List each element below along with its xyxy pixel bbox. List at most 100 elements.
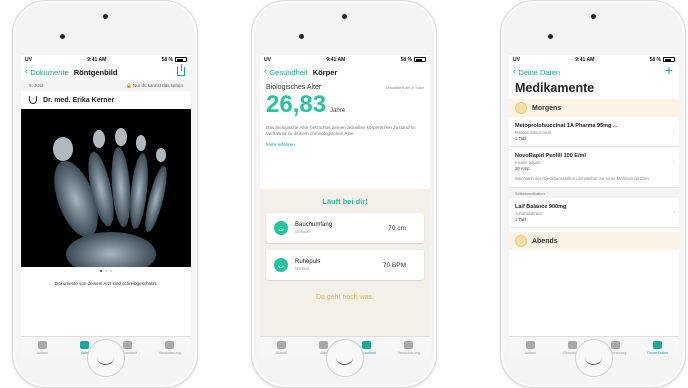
updated-timestamp: Aktualisiert am 8. März	[385, 86, 424, 90]
tab-versicherung[interactable]: Versicherung	[388, 337, 431, 357]
page-title: Körper	[312, 67, 338, 77]
page-title: Röntgenbild	[73, 67, 118, 77]
add-icon[interactable]: +	[665, 62, 673, 78]
smiley-icon	[274, 258, 288, 272]
chevron-left-icon: ‹	[264, 66, 268, 77]
back-button[interactable]: ‹ Gesundheit	[264, 67, 308, 77]
heart-icon	[361, 341, 371, 349]
nav-bar: ‹ Gesundheit Körper	[260, 64, 430, 80]
readonly-caption: Dokumente von deinem Arzt sind schreibge…	[54, 281, 158, 286]
medication-row[interactable]: Laif Balance 900mg Johanniskraut 1 Tabl …	[509, 198, 679, 229]
learn-more-link[interactable]: Mehr erfahren	[260, 138, 430, 151]
page-indicator[interactable]	[21, 267, 191, 275]
good-heading: Läuft bei dir!	[322, 197, 368, 206]
chevron-right-icon: ›	[673, 129, 675, 135]
tab-aktuell[interactable]: Aktuell	[260, 337, 303, 357]
nav-bar: ‹ Deine Daten +	[509, 62, 679, 80]
folder-icon	[80, 341, 90, 349]
medication-name: NovoRapid Penfill 100 E/ml	[515, 153, 586, 159]
chevron-left-icon: ‹	[513, 66, 517, 77]
shield-icon	[404, 341, 414, 349]
screen-body-health: UV 9:41 AM 58 % ‹ Gesundheit Körper Biolo…	[260, 55, 430, 357]
front-camera	[60, 34, 65, 39]
doctor-name: Dr. med. Erika Kerner	[43, 96, 115, 104]
status-bar: UV 9:41 AM 58 %	[260, 55, 430, 64]
metric-card[interactable]: Ruhepuls Normal 70 BPM	[266, 250, 424, 280]
shield-icon	[610, 341, 620, 349]
medication-note: Wechseln der Injecktionsstellen unmittel…	[515, 176, 651, 181]
carrier-label: UV	[513, 56, 520, 63]
document-date: 9. JULI	[29, 83, 44, 88]
bio-age-header: Biologisches Alter Aktualisiert am 8. Mä…	[260, 80, 430, 91]
bio-age-unit: Jahre	[330, 108, 346, 114]
xray-image[interactable]	[21, 109, 191, 267]
improve-heading: Da geht noch was.	[316, 294, 374, 301]
battery-icon	[413, 57, 426, 62]
medication-row[interactable]: Metoprololsuccinat 1A Pharma 95mg ... Me…	[509, 117, 679, 147]
stethoscope-icon	[29, 96, 37, 104]
carrier-label: UV	[25, 56, 32, 63]
medication-row[interactable]: NovoRapid Penfill 100 E/ml Insulin aspar…	[509, 147, 679, 189]
page-title: Medikamente	[515, 81, 595, 95]
metric-title: Bauchumfang	[295, 222, 333, 228]
metric-value: 70 cm	[388, 224, 406, 232]
tab-aktuell[interactable]: Aktuell	[509, 337, 552, 357]
folder-icon	[319, 341, 329, 349]
tab-aktuell[interactable]: Aktuell	[21, 337, 64, 357]
carrier-label: UV	[264, 56, 271, 63]
medication-substance: Insulin aspart	[515, 160, 541, 165]
folder-icon	[653, 341, 663, 349]
privacy-note: 🔒 Nur du kannst das sehen	[126, 82, 183, 88]
status-bar: UV 9:41 AM 58 %	[21, 55, 191, 64]
smiley-icon	[274, 221, 288, 235]
doctor-row: Dr. med. Erika Kerner	[21, 91, 191, 109]
clock: 9:41 AM	[87, 56, 107, 63]
share-icon[interactable]	[177, 64, 185, 76]
metric-card[interactable]: Bauchumfang Gesund 70 cm	[266, 213, 424, 243]
bio-age-value: 26,83	[266, 91, 327, 118]
tab-deine-daten[interactable]: Deine Daten	[637, 337, 680, 357]
bio-age-description: Das biologische Alter betrachtet deinen …	[266, 125, 416, 137]
back-button[interactable]: ‹ Dokumente	[25, 67, 69, 77]
medication-dose: 20 Amp	[515, 166, 530, 171]
clock: 9:41 AM	[575, 56, 595, 63]
chevron-left-icon: ‹	[25, 66, 29, 77]
xray-foot-illustration	[53, 128, 167, 267]
medication-dose: 1 Tabl	[515, 136, 527, 141]
back-button[interactable]: ‹ Deine Daten	[513, 67, 560, 77]
clock: 9:41 AM	[326, 56, 346, 63]
home-button[interactable]	[87, 339, 125, 377]
heart-icon	[568, 341, 578, 349]
battery-indicator: 58 %	[401, 57, 426, 63]
screen-xray-document: UV 9:41 AM 58 % ‹ Dokumente Röntgenbild 9…	[21, 55, 191, 357]
chevron-right-icon: ›	[673, 210, 675, 217]
phone-frame-body: UV 9:41 AM 58 % ‹ Gesundheit Körper Biolo…	[251, 0, 437, 388]
news-icon	[37, 341, 47, 349]
shield-icon	[165, 341, 175, 349]
front-camera	[548, 34, 553, 39]
section-morning: Morgens	[509, 99, 679, 117]
phone-frame-medications: UV 9:41 AM 58 % ‹ Deine Daten + Medikamen…	[500, 0, 686, 388]
medication-name: Laif Balance 900mg	[515, 204, 567, 211]
metric-title: Ruhepuls	[295, 259, 321, 265]
sunrise-icon	[515, 102, 527, 114]
nav-bar: ‹ Dokumente Röntgenbild	[21, 64, 191, 80]
bio-age-label: Biologisches Alter	[266, 84, 322, 91]
metric-status: Gesund	[295, 229, 310, 234]
metric-value: 70 BPM	[382, 261, 406, 269]
tab-versicherung[interactable]: Versicherung	[149, 337, 192, 357]
front-sensor	[103, 14, 108, 19]
medication-substance: Metoprololsuccinat	[515, 130, 551, 135]
metrics-panel: Läuft bei dir! Bauchumfang Gesund 70 cm R…	[260, 189, 430, 339]
home-icon	[525, 341, 535, 349]
bio-age-value-row: 26,83 Jahre	[260, 91, 430, 119]
sunset-icon	[515, 235, 527, 248]
home-button[interactable]	[575, 339, 613, 377]
section-evening: Abends	[509, 232, 679, 251]
battery-icon	[174, 57, 187, 62]
home-button[interactable]	[326, 339, 364, 377]
medication-dose: 1 Tabl	[515, 217, 527, 223]
front-sensor	[342, 14, 347, 19]
front-sensor	[591, 14, 596, 19]
battery-indicator: 58 %	[162, 57, 187, 63]
